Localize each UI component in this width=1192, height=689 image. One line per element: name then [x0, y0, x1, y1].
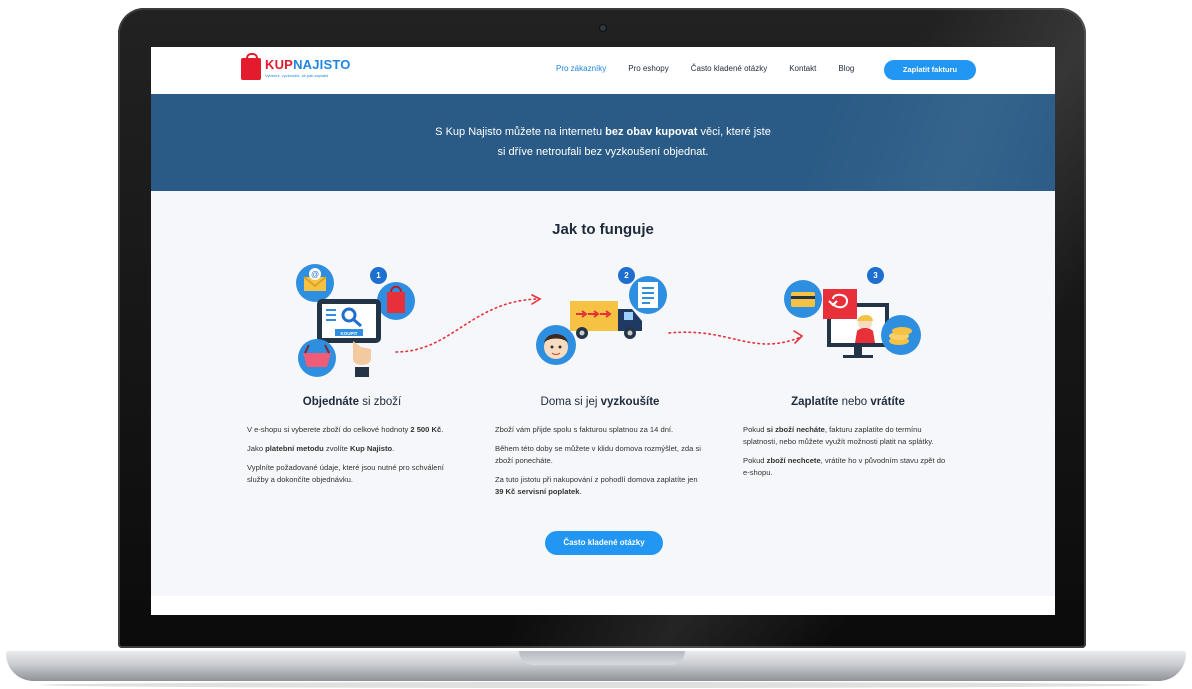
svg-text:@: @: [311, 270, 319, 279]
laptop-shadow: [40, 682, 1152, 688]
svg-text:KOUPIT: KOUPIT: [340, 331, 357, 336]
step-1-text-2: Jako platební metodu zvolíte Kup Najisto…: [247, 444, 395, 453]
step-1-illustration: 1 @ KOUPIT: [291, 261, 421, 381]
step-1-badge: 1: [370, 267, 387, 284]
step-3-text-2: Pokud zboží nechcete, vrátíte ho v původ…: [743, 456, 946, 477]
laptop-notch: [519, 651, 685, 665]
faq-button[interactable]: Často kladené otázky: [545, 531, 663, 555]
step-3-title: Zaplatíte nebo vrátíte: [791, 396, 905, 408]
step-2-illustration: 2: [536, 267, 676, 377]
step-1-text-3: Vyplníte požadované údaje, které jsou nu…: [247, 463, 444, 484]
order-online-icon: @ KOUPIT: [296, 264, 415, 377]
step-2-title: Doma si jej vyzkoušíte: [540, 396, 660, 408]
step-2-text-2: Během této doby se můžete v klidu domova…: [495, 444, 701, 465]
step-3-badge: 3: [867, 267, 884, 284]
camera-icon: [600, 25, 606, 31]
step-1-title: Objednáte si zboží: [302, 396, 402, 408]
pay-or-return-icon: [784, 280, 921, 358]
step-1-column: Objednáte si zboží V e-shopu si vyberete…: [247, 396, 457, 493]
step-2-badge: 2: [618, 267, 635, 284]
website-screen: KUPNAJISTO Vyberež, vyzkoušíš, až pak za…: [151, 47, 1055, 615]
step-3-text-1: Pokud si zboží necháte, fakturu zaplatít…: [743, 425, 934, 446]
page-bottom-strip: [151, 596, 1055, 615]
step-2-text-3: Za tuto jistotu při nakupování z pohodlí…: [495, 475, 698, 496]
step-2-text-1: Zboží vám přijde spolu s fakturou splatn…: [495, 425, 674, 434]
step-3-column: Zaplatíte nebo vrátíte Pokud si zboží ne…: [743, 396, 953, 486]
step-1-text-1: V e-shopu si vyberete zboží do celkové h…: [247, 425, 444, 434]
step-2-column: Doma si jej vyzkoušíte Zboží vám přijde …: [495, 396, 705, 505]
delivery-truck-icon: [536, 276, 667, 365]
step-3-illustration: 3: [779, 265, 929, 375]
